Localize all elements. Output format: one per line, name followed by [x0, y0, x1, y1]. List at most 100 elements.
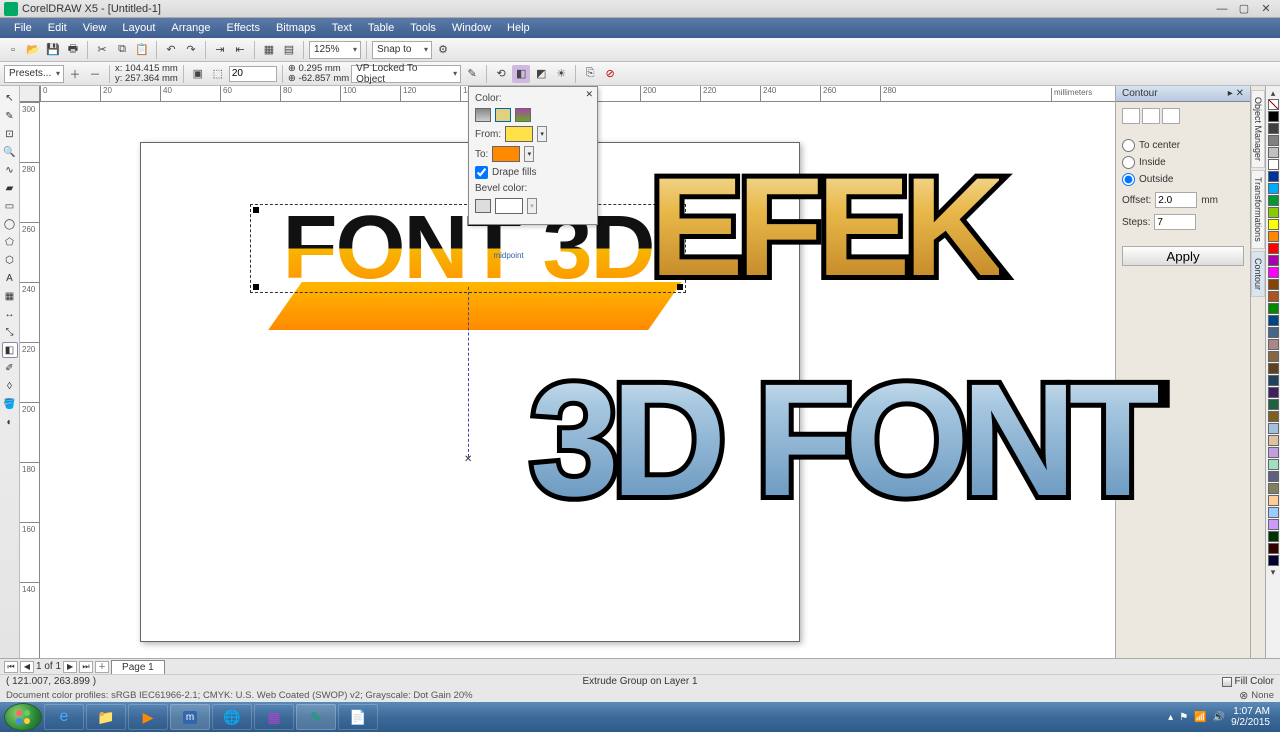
- options-button[interactable]: ⚙: [434, 41, 452, 59]
- copy-button[interactable]: ⧉: [113, 41, 131, 59]
- swatch[interactable]: [1268, 183, 1279, 194]
- docker-menu-button[interactable]: ▸: [1228, 88, 1233, 99]
- swatch[interactable]: [1268, 291, 1279, 302]
- tab-contour[interactable]: Contour: [1251, 251, 1265, 297]
- taskbar-app[interactable]: ▦: [254, 704, 294, 730]
- tab-transformations[interactable]: Transformations: [1251, 170, 1265, 249]
- swatch[interactable]: [1268, 243, 1279, 254]
- taskbar-maxthon[interactable]: m: [170, 704, 210, 730]
- ellipse-tool[interactable]: ◯: [2, 216, 18, 232]
- close-button[interactable]: ✕: [1256, 2, 1276, 16]
- tray-flag-icon[interactable]: ⚑: [1179, 712, 1188, 723]
- tab-object-manager[interactable]: Object Manager: [1251, 90, 1265, 168]
- contour-preset-3[interactable]: [1162, 108, 1180, 124]
- crop-tool[interactable]: ⊡: [2, 126, 18, 142]
- menu-layout[interactable]: Layout: [114, 20, 163, 36]
- vp-page-button[interactable]: ✎: [463, 65, 481, 83]
- outline-tool[interactable]: ◊: [2, 378, 18, 394]
- swatch[interactable]: [1268, 231, 1279, 242]
- menu-table[interactable]: Table: [360, 20, 402, 36]
- swatch[interactable]: [1268, 483, 1279, 494]
- minimize-button[interactable]: —: [1212, 2, 1232, 16]
- connector-tool[interactable]: ⤡: [2, 324, 18, 340]
- menu-edit[interactable]: Edit: [40, 20, 75, 36]
- clear-extrude-button[interactable]: ⊘: [601, 65, 619, 83]
- first-page-button[interactable]: ⏮: [4, 661, 18, 673]
- taskbar-coreldraw[interactable]: ✎: [296, 704, 336, 730]
- taskbar-chrome[interactable]: 🌐: [212, 704, 252, 730]
- menu-help[interactable]: Help: [499, 20, 538, 36]
- menu-file[interactable]: File: [6, 20, 40, 36]
- swatch[interactable]: [1268, 123, 1279, 134]
- dimension-tool[interactable]: ↔: [2, 306, 18, 322]
- rotation-button[interactable]: ⟲: [492, 65, 510, 83]
- steps-input[interactable]: [1154, 214, 1196, 230]
- welcome-button[interactable]: ▤: [280, 41, 298, 59]
- depth-input[interactable]: [229, 66, 277, 82]
- fill-tool[interactable]: 🪣: [2, 396, 18, 412]
- swatch[interactable]: [1268, 459, 1279, 470]
- swatch[interactable]: [1268, 135, 1279, 146]
- pick-tool[interactable]: ↖: [2, 90, 18, 106]
- swatch[interactable]: [1268, 495, 1279, 506]
- shade-fill-button[interactable]: [495, 108, 511, 122]
- paste-button[interactable]: 📋: [133, 41, 151, 59]
- offset-input[interactable]: [1155, 192, 1197, 208]
- fill-indicator[interactable]: Fill Color: [1222, 676, 1274, 687]
- snap-select[interactable]: Snap to: [372, 41, 432, 59]
- menu-bitmaps[interactable]: Bitmaps: [268, 20, 324, 36]
- no-color-swatch[interactable]: [1268, 99, 1279, 110]
- swatch[interactable]: [1268, 423, 1279, 434]
- undo-button[interactable]: ↶: [162, 41, 180, 59]
- copy-props-button[interactable]: ⎘: [581, 65, 599, 83]
- system-tray[interactable]: ▴ ⚑ 📶 🔊 1:07 AM 9/2/2015: [1168, 706, 1276, 728]
- menu-effects[interactable]: Effects: [219, 20, 268, 36]
- extrude-color-button[interactable]: ◧: [512, 65, 530, 83]
- bevel-button[interactable]: ◩: [532, 65, 550, 83]
- taskbar-ie[interactable]: e: [44, 704, 84, 730]
- add-preset-button[interactable]: ＋: [66, 65, 84, 83]
- maximize-button[interactable]: ▢: [1234, 2, 1254, 16]
- polygon-tool[interactable]: ⬠: [2, 234, 18, 250]
- contour-preset-2[interactable]: [1142, 108, 1160, 124]
- smart-fill-tool[interactable]: ▰: [2, 180, 18, 196]
- redo-button[interactable]: ↷: [182, 41, 200, 59]
- menu-tools[interactable]: Tools: [402, 20, 444, 36]
- zoom-tool[interactable]: 🔍: [2, 144, 18, 160]
- cut-button[interactable]: ✂: [93, 41, 111, 59]
- open-button[interactable]: 📂: [24, 41, 42, 59]
- swatch[interactable]: [1268, 555, 1279, 566]
- clock[interactable]: 1:07 AM 9/2/2015: [1231, 706, 1270, 728]
- interactive-fill-tool[interactable]: ◐: [2, 414, 18, 430]
- swatch[interactable]: [1268, 411, 1279, 422]
- new-button[interactable]: ▫: [4, 41, 22, 59]
- rectangle-tool[interactable]: ▭: [2, 198, 18, 214]
- extrude-type-button[interactable]: ▣: [189, 65, 207, 83]
- swatch[interactable]: [1268, 111, 1279, 122]
- swatch[interactable]: [1268, 387, 1279, 398]
- swatch[interactable]: [1268, 315, 1279, 326]
- next-page-button[interactable]: ▶: [63, 661, 77, 673]
- presets-select[interactable]: Presets...: [4, 65, 64, 83]
- swatch[interactable]: [1268, 219, 1279, 230]
- start-button[interactable]: [4, 703, 42, 731]
- contour-preset-1[interactable]: [1122, 108, 1140, 124]
- add-page-button[interactable]: ＋: [95, 661, 109, 673]
- swatch[interactable]: [1268, 339, 1279, 350]
- print-button[interactable]: 🖶: [64, 41, 82, 59]
- palette-down-button[interactable]: ▾: [1266, 567, 1280, 578]
- taskbar-explorer[interactable]: 📁: [86, 704, 126, 730]
- handle[interactable]: [253, 284, 259, 290]
- swatch[interactable]: [1268, 207, 1279, 218]
- inside-radio[interactable]: [1122, 156, 1135, 169]
- outline-indicator[interactable]: ⊗None: [1239, 689, 1274, 702]
- swatch[interactable]: [1268, 255, 1279, 266]
- to-color-swatch[interactable]: [492, 146, 520, 162]
- taskbar-notepad[interactable]: 📄: [338, 704, 378, 730]
- swatch[interactable]: [1268, 399, 1279, 410]
- swatch[interactable]: [1268, 471, 1279, 482]
- swatch[interactable]: [1268, 363, 1279, 374]
- flyout-close-button[interactable]: ✕: [585, 89, 593, 100]
- swatch[interactable]: [1268, 171, 1279, 182]
- save-button[interactable]: 💾: [44, 41, 62, 59]
